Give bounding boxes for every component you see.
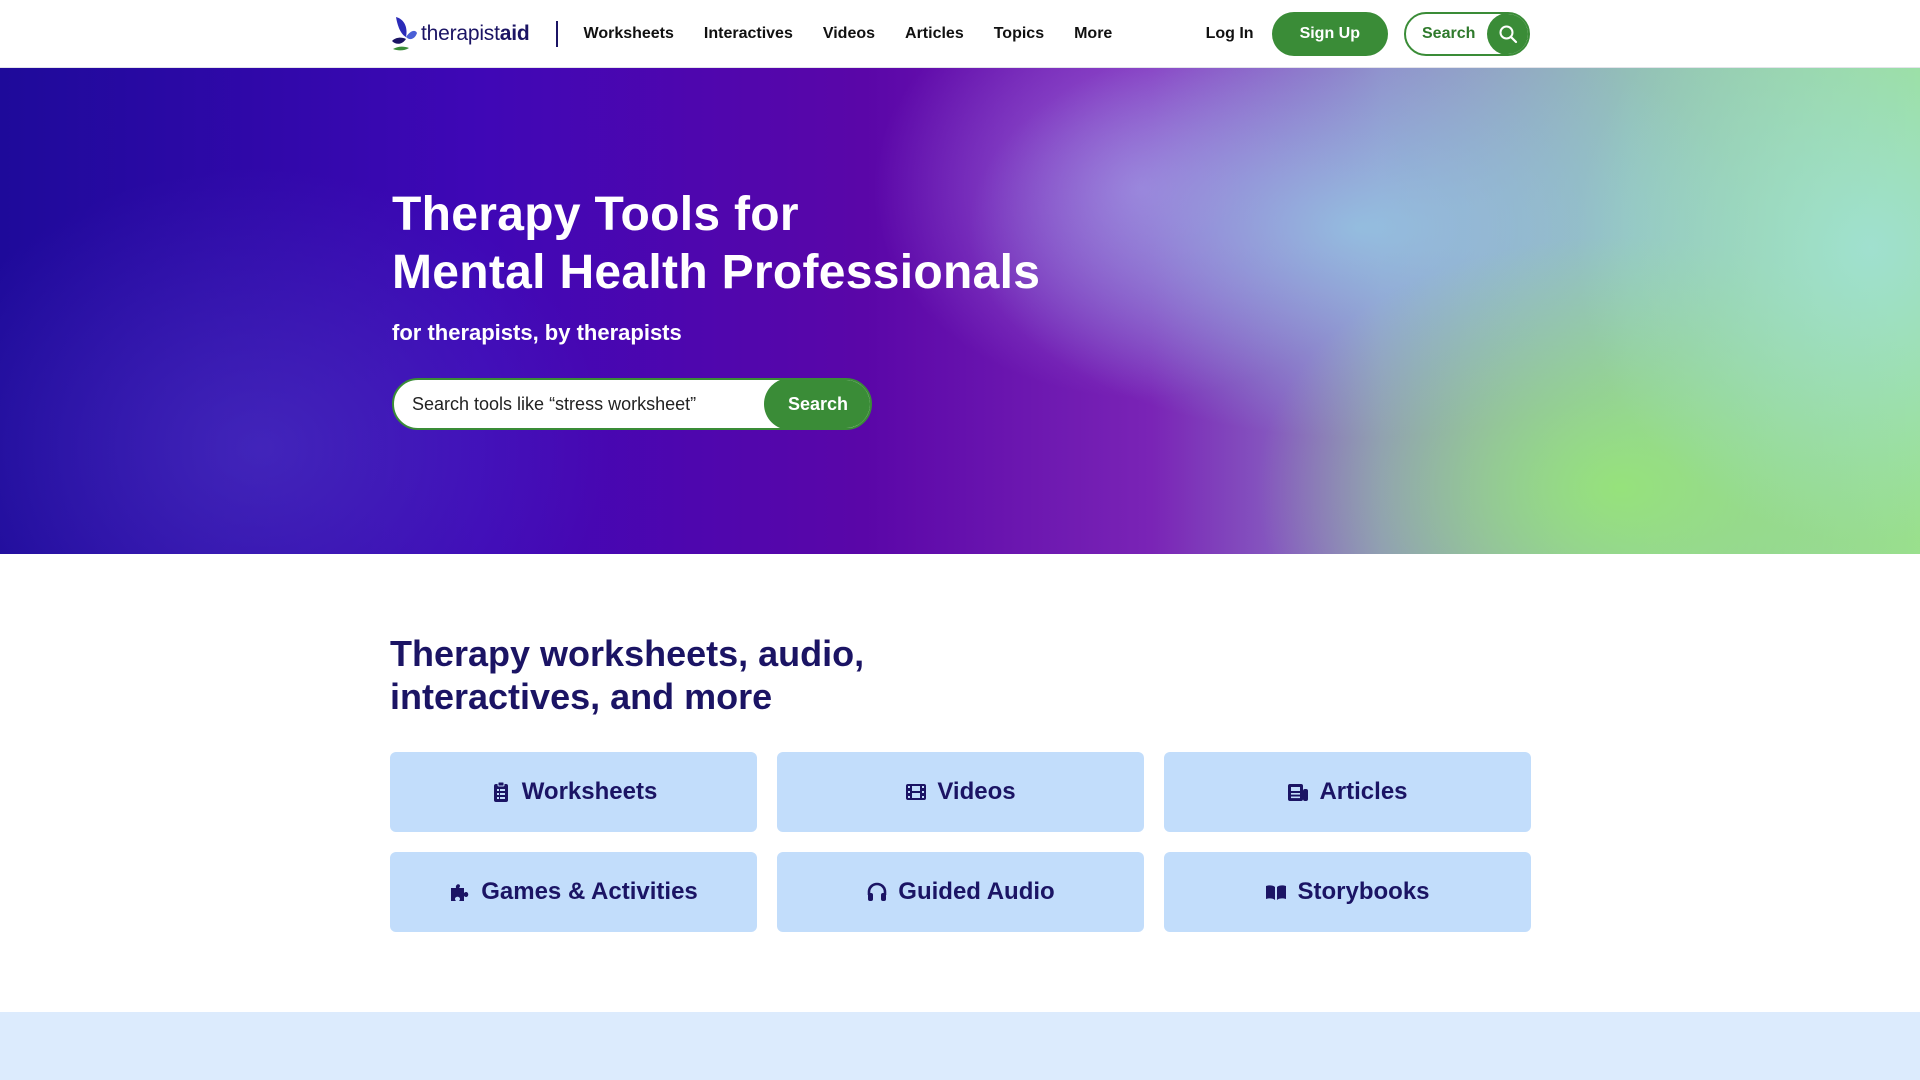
header-search-label: Search [1422,25,1476,42]
butterfly-logo-icon [392,17,417,51]
search-icon [1499,25,1518,44]
nav-item-videos[interactable]: Videos [823,25,875,43]
hero-subtitle: for therapists, by therapists [392,320,682,345]
category-label: Games & Activities [481,878,698,905]
hero-search-input[interactable] [394,380,764,428]
hero-content: Therapy Tools for Mental Health Professi… [392,186,1292,430]
open-book-icon [1266,885,1287,900]
header-search-icon-button[interactable] [1487,14,1528,54]
nav-item-topics[interactable]: Topics [994,25,1044,43]
hero-title: Therapy Tools for Mental Health Professi… [392,186,1292,302]
nav-item-articles[interactable]: Articles [905,25,964,43]
clipboard-list-icon [493,781,508,802]
hero-search-bar: Search [392,378,872,430]
header-search-button[interactable]: Search [1404,12,1530,56]
logo-text: therapistaid [421,22,530,45]
category-card-articles[interactable]: Articles [1164,752,1531,832]
section-title: Therapy worksheets, audio, interactives,… [390,632,1090,718]
category-label: Guided Audio [898,878,1055,905]
site-header: therapistaid Worksheets Interactives Vid… [0,0,1920,68]
main-nav: Worksheets Interactives Videos Articles … [584,25,1113,43]
bottom-section-band [0,1012,1920,1080]
category-card-games-activities[interactable]: Games & Activities [390,852,757,932]
nav-item-worksheets[interactable]: Worksheets [584,25,674,43]
category-card-storybooks[interactable]: Storybooks [1164,852,1531,932]
category-label: Articles [1319,778,1408,805]
logo[interactable]: therapistaid [390,0,530,68]
header-actions: Log In Sign Up Search [1206,12,1530,56]
category-label: Storybooks [1297,878,1430,905]
category-label: Worksheets [521,778,658,805]
nav-item-interactives[interactable]: Interactives [704,25,793,43]
category-label: Videos [937,778,1016,805]
film-icon [906,784,927,800]
category-grid: Worksheets Videos Articles Games & Activ… [390,752,1531,932]
section-title-line2: interactives, and more [390,676,773,717]
signup-button[interactable]: Sign Up [1271,12,1388,56]
nav-item-more[interactable]: More [1074,25,1112,43]
hero-banner: Therapy Tools for Mental Health Professi… [0,68,1920,554]
headphones-icon [867,882,887,901]
category-card-worksheets[interactable]: Worksheets [390,752,757,832]
hero-search-button[interactable]: Search [764,380,870,428]
header-inner: therapistaid Worksheets Interactives Vid… [390,0,1530,68]
hero-title-line1: Therapy Tools for [392,188,799,241]
newspaper-icon [1288,784,1309,801]
hero-title-line2: Mental Health Professionals [392,246,1041,299]
section-title-line1: Therapy worksheets, audio, [390,633,865,674]
login-link[interactable]: Log In [1206,25,1254,43]
puzzle-piece-icon [451,884,469,901]
category-card-videos[interactable]: Videos [777,752,1144,832]
category-card-guided-audio[interactable]: Guided Audio [777,852,1144,932]
header-divider [555,21,558,47]
